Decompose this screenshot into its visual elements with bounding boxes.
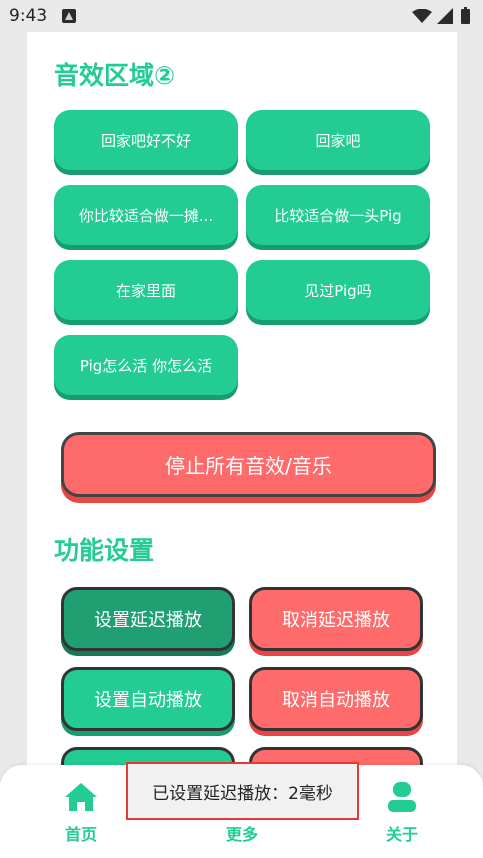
cancel-auto-play-button[interactable]: 取消自动播放 [249, 667, 423, 731]
nav-home[interactable]: 首页 [41, 765, 121, 845]
nav-more-label: 更多 [225, 825, 258, 844]
sfx-button-4[interactable]: 比较适合做一头Pig [246, 185, 430, 245]
set-auto-play-button[interactable]: 设置自动播放 [61, 667, 235, 731]
status-time: 9:43 [9, 6, 48, 26]
sfx-button-7[interactable]: Pig怎么活 你怎么活 [54, 335, 238, 395]
wifi-icon [412, 9, 432, 23]
status-bar: 9:43 [0, 0, 483, 32]
stop-all-button[interactable]: 停止所有音效/音乐 [61, 432, 436, 497]
notification-a-icon [62, 9, 76, 23]
sfx-button-2[interactable]: 回家吧 [246, 110, 430, 170]
set-delay-play-button[interactable]: 设置延迟播放 [61, 587, 235, 651]
screen-edge [476, 0, 483, 858]
nav-about[interactable]: 关于 [362, 765, 442, 845]
sfx-button-1[interactable]: 回家吧好不好 [54, 110, 238, 170]
user-icon [388, 782, 416, 812]
sfx-button-5[interactable]: 在家里面 [54, 260, 238, 320]
nav-about-label: 关于 [385, 825, 418, 844]
sfx-button-6[interactable]: 见过Pig吗 [246, 260, 430, 320]
battery-icon [461, 7, 470, 24]
toast-message: 已设置延迟播放：2毫秒 [126, 762, 359, 820]
cancel-delay-play-button[interactable]: 取消延迟播放 [249, 587, 423, 651]
sfx-section-title: 音效区域② [54, 61, 176, 90]
nav-home-label: 首页 [64, 825, 97, 844]
signal-icon [437, 8, 453, 24]
function-section-title: 功能设置 [54, 536, 155, 565]
home-icon [65, 783, 97, 811]
sfx-button-3[interactable]: 你比较适合做一摊... [54, 185, 238, 245]
